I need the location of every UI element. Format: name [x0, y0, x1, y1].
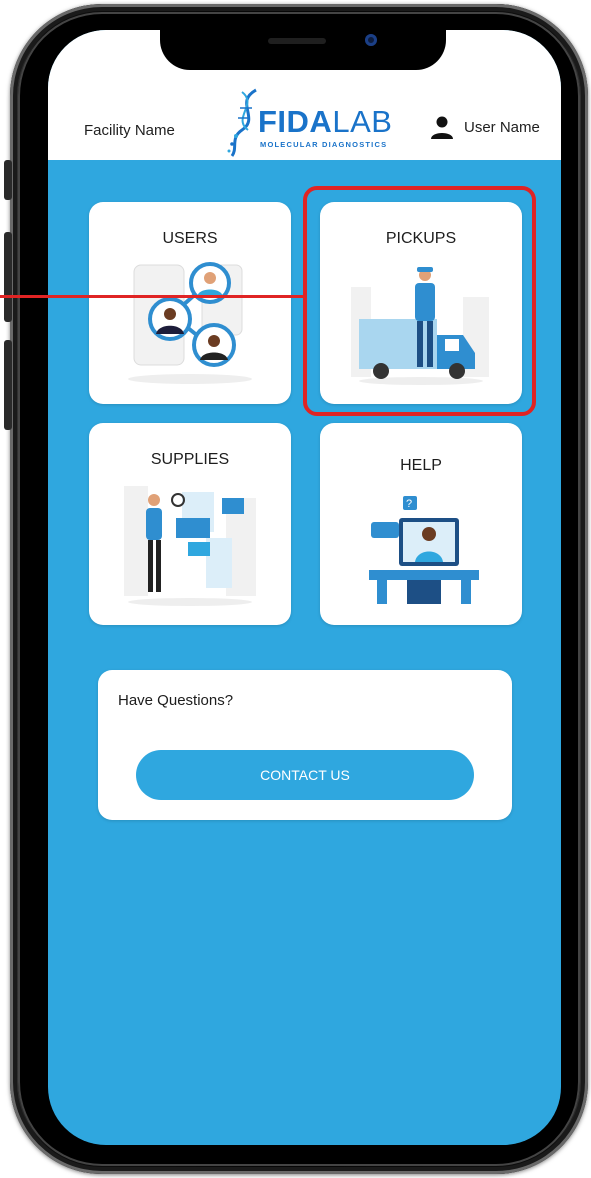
phone-notch: [160, 30, 446, 70]
questions-title: Have Questions?: [118, 692, 234, 709]
logo-wordmark: FIDALAB: [258, 104, 392, 140]
supplies-card[interactable]: SUPPLIES: [89, 423, 291, 625]
facility-name[interactable]: Facility Name: [84, 122, 175, 139]
fidalab-logo[interactable]: FIDALAB MOLECULAR DIAGNOSTICS: [224, 88, 394, 158]
help-card-label: HELP: [400, 457, 442, 474]
annotation-pointer-line: [0, 295, 306, 298]
documents-illustration-icon: [124, 486, 256, 606]
phone-volume-down: [4, 340, 12, 430]
questions-panel: Have Questions? CONTACT US: [98, 670, 512, 820]
users-illustration-icon: [128, 262, 252, 384]
logo-wordmark-light: LAB: [332, 104, 393, 139]
help-card[interactable]: HELP ?: [320, 423, 522, 625]
logo-tagline: MOLECULAR DIAGNOSTICS: [260, 140, 388, 149]
supplies-card-label: SUPPLIES: [150, 451, 230, 468]
user-icon: [431, 116, 453, 139]
speaker-grille: [268, 38, 326, 44]
phone-mute-switch: [4, 160, 12, 200]
users-card[interactable]: USERS: [89, 202, 291, 404]
contact-us-button[interactable]: CONTACT US: [136, 750, 474, 800]
users-card-label: USERS: [162, 230, 218, 247]
support-agent-illustration-icon: ?: [369, 496, 479, 604]
user-name: User Name: [464, 118, 540, 136]
svg-text:?: ?: [406, 498, 412, 510]
user-menu[interactable]: User Name: [430, 114, 540, 140]
pickups-highlight-box: [303, 186, 536, 416]
front-camera: [365, 34, 377, 46]
phone-volume-up: [4, 232, 12, 322]
logo-wordmark-bold: FIDA: [258, 104, 333, 139]
